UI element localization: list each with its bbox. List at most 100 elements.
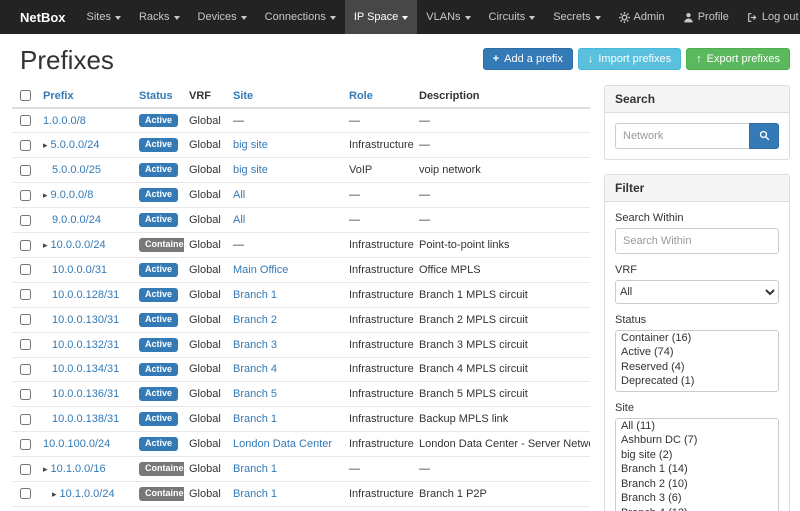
- prefix-link[interactable]: 10.0.0.128/31: [52, 289, 119, 301]
- column-header-site[interactable]: Site: [228, 85, 344, 108]
- filter-option[interactable]: Branch 3 (6): [616, 491, 778, 506]
- filter-option[interactable]: Container (16): [616, 331, 778, 346]
- status-listbox[interactable]: Container (16)Active (74)Reserved (4)Dep…: [615, 330, 779, 392]
- vrf-cell: Global: [184, 158, 228, 183]
- page-header: Prefixes +Add a prefix↓Import prefixes↑E…: [0, 34, 800, 85]
- filter-option[interactable]: Reserved (4): [616, 360, 778, 375]
- prefix-link[interactable]: 10.0.0.0/31: [52, 264, 107, 276]
- row-checkbox[interactable]: [20, 115, 31, 126]
- site-cell: Branch 1: [228, 457, 344, 482]
- search-button[interactable]: [749, 123, 779, 149]
- status-badge: Active: [139, 114, 178, 128]
- site-link[interactable]: Branch 1: [233, 413, 277, 425]
- site-link[interactable]: Main Office: [233, 264, 288, 276]
- export-prefixes-button[interactable]: ↑Export prefixes: [686, 48, 790, 70]
- prefix-link[interactable]: 10.0.0.132/31: [52, 339, 119, 351]
- prefix-link[interactable]: 9.0.0.0/8: [51, 189, 94, 201]
- site-link[interactable]: big site: [233, 164, 268, 176]
- prefix-link[interactable]: 10.0.0.138/31: [52, 413, 119, 425]
- site-link[interactable]: All: [233, 189, 245, 201]
- row-checkbox[interactable]: [20, 264, 31, 275]
- app-logo[interactable]: NetBox: [8, 0, 78, 34]
- site-link[interactable]: London Data Center: [233, 438, 332, 450]
- row-checkbox[interactable]: [20, 190, 31, 201]
- role-cell: Infrastructure: [344, 257, 414, 282]
- nav-item-label: IP Space: [354, 11, 398, 23]
- prefix-link[interactable]: 5.0.0.0/24: [51, 139, 100, 151]
- filter-option[interactable]: Active (74): [616, 345, 778, 360]
- filter-option[interactable]: Branch 1 (14): [616, 462, 778, 477]
- site-link[interactable]: All: [233, 214, 245, 226]
- nav-item-ip-space[interactable]: IP Space: [345, 0, 417, 34]
- vrf-select[interactable]: All: [615, 280, 779, 304]
- site-listbox[interactable]: All (11)Ashburn DC (7)big site (2)Branch…: [615, 418, 779, 511]
- row-checkbox[interactable]: [20, 240, 31, 251]
- nav-item-vlans[interactable]: VLANs: [417, 0, 479, 34]
- site-link[interactable]: Branch 2: [233, 314, 277, 326]
- site-link[interactable]: Branch 1: [233, 463, 277, 475]
- prefix-link[interactable]: 10.0.0.0/24: [51, 239, 106, 251]
- filter-option[interactable]: Branch 4 (12): [616, 506, 778, 511]
- site-link[interactable]: Branch 3: [233, 339, 277, 351]
- column-header-role[interactable]: Role: [344, 85, 414, 108]
- prefix-link[interactable]: 10.0.0.130/31: [52, 314, 119, 326]
- site-link[interactable]: Branch 5: [233, 388, 277, 400]
- row-checkbox[interactable]: [20, 488, 31, 499]
- prefix-link[interactable]: 10.1.0.0/16: [51, 463, 106, 475]
- filter-option[interactable]: Ashburn DC (7): [616, 433, 778, 448]
- search-within-input[interactable]: [615, 228, 779, 254]
- row-checkbox[interactable]: [20, 439, 31, 450]
- prefix-link[interactable]: 10.0.100.0/24: [43, 438, 110, 450]
- prefix-link[interactable]: 10.0.0.136/31: [52, 388, 119, 400]
- description-cell: Branch 5 MPLS circuit: [414, 382, 590, 407]
- site-link[interactable]: big site: [233, 139, 268, 151]
- status-badge: Active: [139, 263, 178, 277]
- nav-item-connections[interactable]: Connections: [256, 0, 345, 34]
- import-prefixes-button[interactable]: ↓Import prefixes: [578, 48, 681, 70]
- prefix-link[interactable]: 10.1.0.0/24: [60, 488, 115, 500]
- nav-item-log-out[interactable]: Log out: [738, 0, 800, 34]
- row-checkbox[interactable]: [20, 314, 31, 325]
- select-all-checkbox[interactable]: [20, 90, 31, 101]
- row-checkbox[interactable]: [20, 389, 31, 400]
- site-link[interactable]: Branch 1: [233, 289, 277, 301]
- filter-option[interactable]: All (11): [616, 419, 778, 434]
- column-header-prefix[interactable]: Prefix: [38, 85, 134, 108]
- nav-item-admin[interactable]: Admin: [610, 0, 674, 34]
- site-link[interactable]: Branch 4: [233, 363, 277, 375]
- nav-item-circuits[interactable]: Circuits: [480, 0, 545, 34]
- prefix-link[interactable]: 9.0.0.0/24: [52, 214, 101, 226]
- row-checkbox[interactable]: [20, 339, 31, 350]
- prefix-link[interactable]: 5.0.0.0/25: [52, 164, 101, 176]
- chevron-down-icon: [595, 16, 601, 20]
- row-checkbox[interactable]: [20, 165, 31, 176]
- row-checkbox[interactable]: [20, 289, 31, 300]
- export-icon: ↑: [696, 54, 702, 65]
- nav-item-devices[interactable]: Devices: [189, 0, 256, 34]
- row-checkbox[interactable]: [20, 464, 31, 475]
- status-badge: Container: [139, 462, 184, 476]
- row-checkbox[interactable]: [20, 414, 31, 425]
- filter-option[interactable]: Deprecated (1): [616, 374, 778, 389]
- row-checkbox[interactable]: [20, 215, 31, 226]
- filter-option[interactable]: big site (2): [616, 448, 778, 463]
- add-a-prefix-button[interactable]: +Add a prefix: [483, 48, 573, 70]
- column-header-status[interactable]: Status: [134, 85, 184, 108]
- nav-item-label: Circuits: [489, 11, 526, 23]
- search-input[interactable]: [615, 123, 749, 149]
- table-row: ▸5.0.0.0/24ActiveGlobalbig siteInfrastru…: [12, 133, 590, 158]
- site-link[interactable]: Branch 1: [233, 488, 277, 500]
- nav-item-secrets[interactable]: Secrets: [544, 0, 609, 34]
- prefix-link[interactable]: 10.0.0.134/31: [52, 363, 119, 375]
- prefix-link[interactable]: 1.0.0.0/8: [43, 115, 86, 127]
- site-cell: Branch 1: [228, 282, 344, 307]
- nav-item-racks[interactable]: Racks: [130, 0, 189, 34]
- role-cell: —: [344, 208, 414, 233]
- nav-item-sites[interactable]: Sites: [78, 0, 130, 34]
- row-checkbox[interactable]: [20, 140, 31, 151]
- filter-option[interactable]: Branch 2 (10): [616, 477, 778, 492]
- filter-panel: Filter Search Within VRF All Status Cont…: [604, 174, 790, 511]
- button-label: Add a prefix: [504, 53, 563, 65]
- row-checkbox[interactable]: [20, 364, 31, 375]
- nav-item-profile[interactable]: Profile: [674, 0, 738, 34]
